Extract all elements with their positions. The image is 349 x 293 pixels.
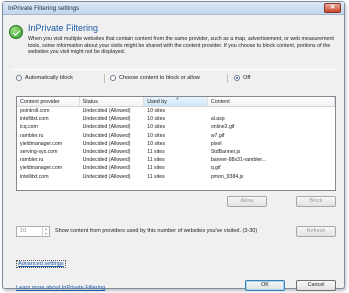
status-cell: Undecided (Allowed) xyxy=(82,116,131,123)
content-cell: al.asp xyxy=(210,116,225,123)
provider-cell: serving-sys.com xyxy=(20,148,58,155)
used-by-cell: 10 sites xyxy=(147,132,166,139)
cancel-button[interactable]: Cancel xyxy=(296,280,336,291)
ok-button[interactable]: OK xyxy=(245,280,285,291)
table-row[interactable]: rambler.ru Undecided (Allowed) 11 sites ban… xyxy=(17,156,335,164)
content-cell xyxy=(208,107,335,115)
provider-cell: rambler.ru xyxy=(20,157,44,164)
used-by-cell: 11 sites xyxy=(147,157,165,164)
column-label: Used by xyxy=(147,99,167,105)
column-content[interactable]: Content xyxy=(208,97,335,106)
column-content-provider[interactable]: Content provider xyxy=(17,97,80,106)
radio-off[interactable]: Off xyxy=(234,75,250,81)
used-by-cell: 11 sites xyxy=(147,148,165,155)
provider-cell: rambler.ru xyxy=(20,132,44,139)
table-row[interactable]: intellitxt.com Undecided (Allowed) 11 site… xyxy=(17,173,335,181)
content-cell: online2.gif xyxy=(210,124,235,131)
dialog-content: InPrivate Filtering When you visit multi… xyxy=(3,16,344,291)
inprivate-filtering-dialog: InPrivate Filtering settings ✕ InPrivate… xyxy=(2,1,345,291)
radio-label: Automatically block xyxy=(25,75,73,81)
content-cell: w7.gif xyxy=(210,132,225,139)
content-cell: pmon_9384.js xyxy=(210,173,244,180)
status-cell: Undecided (Allowed) xyxy=(82,157,131,164)
provider-cell: icq.com xyxy=(20,124,38,131)
radio-button[interactable] xyxy=(234,75,240,81)
table-row[interactable]: serving-sys.com Undecided (Allowed) 11 sit… xyxy=(17,148,335,156)
threshold-caption: Show content from providers used by this… xyxy=(55,228,258,234)
status-cell: Undecided (Allowed) xyxy=(82,148,131,155)
content-cell: q.gif xyxy=(210,165,221,172)
used-by-cell: 10 sites xyxy=(147,124,166,131)
used-by-cell: 10 sites xyxy=(147,116,166,123)
content-cell: StdBanner.js xyxy=(210,148,241,155)
stepper-arrows[interactable]: ▲ ▼ xyxy=(42,227,49,236)
radio-label: Choose content to block or allow xyxy=(119,75,200,81)
radio-button[interactable] xyxy=(110,75,116,81)
status-cell: Undecided (Allowed) xyxy=(82,173,131,180)
content-cell: banner-88x31-rambler... xyxy=(210,157,267,164)
provider-cell: yieldmanager.com xyxy=(20,140,63,147)
learn-more-link[interactable]: Learn more about InPrivate Filtering xyxy=(16,285,105,291)
header-divider xyxy=(11,69,337,70)
inprivate-shield-icon xyxy=(9,25,23,39)
provider-cell: intellitxt.com xyxy=(20,116,49,123)
table-row[interactable]: pointroll.com Undecided (Allowed) 10 sites xyxy=(17,107,335,115)
radio-button[interactable] xyxy=(16,75,22,81)
radio-choose-content[interactable]: Choose content to block or allow xyxy=(110,75,200,81)
used-by-cell: 10 sites xyxy=(147,108,166,114)
description-text: When you visit multiple websites that co… xyxy=(28,36,334,56)
status-cell: Undecided (Allowed) xyxy=(82,165,131,172)
radio-automatically-block[interactable]: Automatically block xyxy=(16,75,73,81)
table-row[interactable]: intellitxt.com Undecided (Allowed) 10 site… xyxy=(17,115,335,123)
allow-button[interactable]: Allow xyxy=(227,196,267,207)
sort-arrow-icon: ▼ xyxy=(175,96,180,101)
column-status[interactable]: Status xyxy=(80,97,145,106)
provider-cell: pointroll.com xyxy=(20,108,50,114)
block-button[interactable]: Block xyxy=(296,196,336,207)
provider-cell: intellitxt.com xyxy=(20,173,49,180)
threshold-value[interactable]: 10 xyxy=(20,228,26,234)
close-button[interactable]: ✕ xyxy=(324,3,341,13)
content-provider-list[interactable]: Content provider Status ▼ Used by Conten… xyxy=(16,96,336,191)
table-row[interactable]: yieldmanager.com Undecided (Allowed) 11 si… xyxy=(17,164,335,172)
provider-cell: yieldmanager.com xyxy=(20,165,63,172)
status-cell: Undecided (Allowed) xyxy=(82,140,131,147)
list-header: Content provider Status ▼ Used by Conten… xyxy=(17,97,335,107)
table-row[interactable]: icq.com Undecided (Allowed) 10 sites online… xyxy=(17,123,335,131)
table-row[interactable]: rambler.ru Undecided (Allowed) 10 sites w7.… xyxy=(17,132,335,140)
option-divider xyxy=(104,74,105,83)
advanced-settings-link[interactable]: Advanced settings xyxy=(16,260,66,268)
radio-label: Off xyxy=(243,75,251,81)
column-used-by[interactable]: ▼ Used by xyxy=(144,97,208,106)
refresh-button[interactable]: Refresh xyxy=(296,226,336,237)
status-cell: Undecided (Allowed) xyxy=(82,108,131,114)
status-cell: Undecided (Allowed) xyxy=(82,124,131,131)
threshold-stepper[interactable]: 10 ▲ ▼ xyxy=(16,226,50,237)
list-body: pointroll.com Undecided (Allowed) 10 sites… xyxy=(17,107,335,181)
used-by-cell: 10 sites xyxy=(147,140,166,147)
status-cell: Undecided (Allowed) xyxy=(82,132,131,139)
table-row[interactable]: yieldmanager.com Undecided (Allowed) 10 si… xyxy=(17,140,335,148)
content-cell: pixel xyxy=(210,140,222,147)
used-by-cell: 11 sites xyxy=(147,165,165,172)
chevron-down-icon[interactable]: ▼ xyxy=(43,232,49,237)
window-title: InPrivate Filtering settings xyxy=(8,5,80,12)
page-title: InPrivate Filtering xyxy=(28,23,99,33)
used-by-cell: 11 sites xyxy=(147,173,165,180)
option-divider xyxy=(227,74,228,83)
title-bar[interactable]: InPrivate Filtering settings ✕ xyxy=(3,2,344,15)
